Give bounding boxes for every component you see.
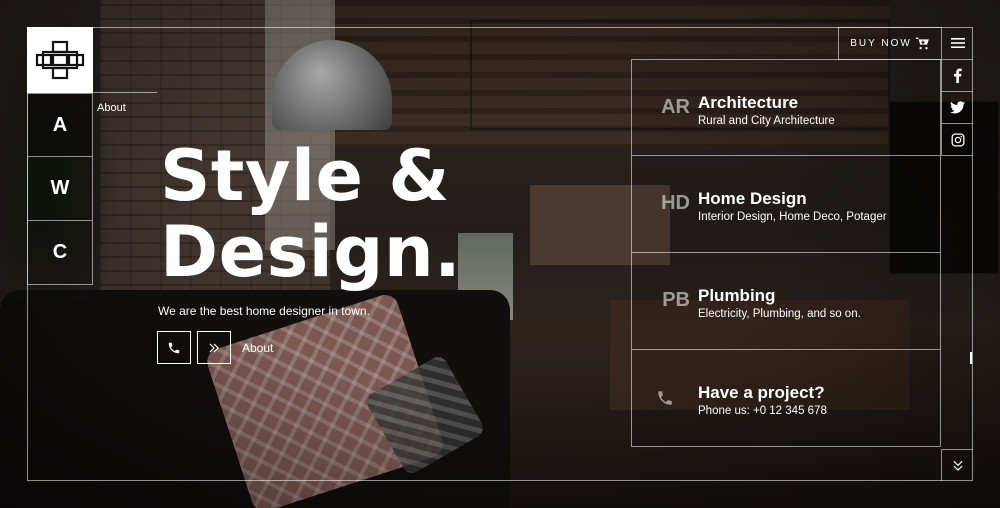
menu-button[interactable] <box>941 27 973 60</box>
instagram-link[interactable] <box>941 124 973 156</box>
side-nav-label: A <box>52 113 68 136</box>
hero-title-line1: Style & <box>160 135 450 217</box>
project-title: Have a project? <box>698 383 825 402</box>
phone-icon <box>658 391 672 405</box>
service-abbr: PB <box>662 289 690 311</box>
project-icon-wrap <box>632 382 698 407</box>
double-chevron-down-icon <box>953 460 962 471</box>
next-button[interactable] <box>197 331 231 364</box>
project-phone: Phone us: +0 12 345 678 <box>698 405 827 417</box>
grid-cross-logo-icon <box>35 40 85 80</box>
about-nav-link[interactable]: About <box>97 102 126 114</box>
service-desc: Interior Design, Home Deco, Potager <box>698 211 887 223</box>
hero-title-line2: Design. <box>160 211 462 293</box>
side-nav-label: W <box>50 177 70 199</box>
twitter-link[interactable] <box>941 92 973 124</box>
cart-icon <box>915 37 929 50</box>
hero-title: Style & Design. <box>160 138 461 290</box>
scroll-indicator <box>970 352 972 364</box>
service-item-architecture[interactable]: AR Architecture Rural and City Architect… <box>631 59 941 156</box>
service-item-plumbing[interactable]: PB Plumbing Electricity, Plumbing, and s… <box>631 253 941 350</box>
twitter-icon <box>950 101 965 114</box>
buy-now-button[interactable]: BUY NOW <box>838 27 941 60</box>
about-divider <box>93 92 157 93</box>
double-chevron-right-icon <box>209 343 219 352</box>
service-name: Home Design <box>698 189 807 208</box>
hero-about-link[interactable]: About <box>242 341 273 355</box>
side-nav-item-w[interactable]: W <box>27 157 93 221</box>
side-nav-item-c[interactable]: C <box>27 221 93 285</box>
hero-subtitle: We are the best home designer in town. <box>158 304 370 318</box>
phone-icon <box>168 342 180 353</box>
service-desc: Electricity, Plumbing, and so on. <box>698 308 861 320</box>
service-item-home-design[interactable]: HD Home Design Interior Design, Home Dec… <box>631 156 941 253</box>
project-contact-item[interactable]: Have a project? Phone us: +0 12 345 678 <box>631 350 941 447</box>
service-name: Plumbing <box>698 286 776 305</box>
side-nav-item-a[interactable]: A <box>27 93 93 157</box>
hamburger-icon <box>950 38 965 48</box>
buy-now-label: BUY NOW <box>850 38 912 49</box>
hero-actions: About <box>157 331 273 364</box>
side-nav-label: C <box>52 241 68 263</box>
facebook-icon <box>954 68 962 83</box>
services-panel: AR Architecture Rural and City Architect… <box>631 59 941 447</box>
facebook-link[interactable] <box>941 60 973 92</box>
side-nav: A W C <box>27 93 93 285</box>
call-button[interactable] <box>157 331 191 364</box>
service-desc: Rural and City Architecture <box>698 115 835 127</box>
service-name: Architecture <box>698 93 799 112</box>
social-bar <box>941 60 973 156</box>
scroll-down-button[interactable] <box>941 449 973 481</box>
logo[interactable] <box>27 27 93 93</box>
instagram-icon <box>951 133 964 146</box>
service-abbr: AR <box>661 96 690 118</box>
service-abbr: HD <box>661 192 690 214</box>
